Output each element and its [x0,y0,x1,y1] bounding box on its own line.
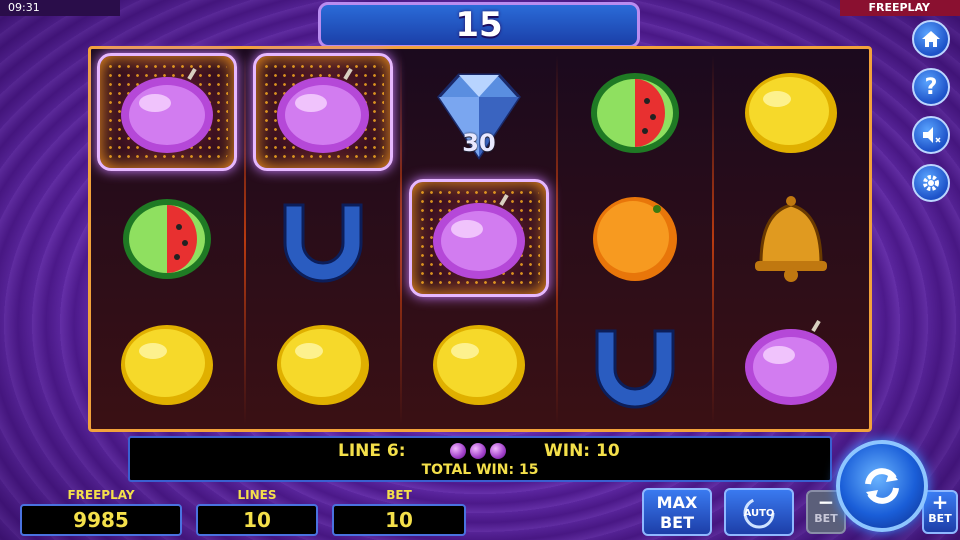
reel-cell-plum [721,305,861,423]
horseshoe-icon [595,329,675,409]
spin-icon [865,468,899,504]
help-icon: ? [924,74,938,100]
plum-icon [450,443,466,459]
line-win-label: WIN: 10 [544,441,620,461]
lines-label: LINES [237,488,277,502]
plum-icon [121,67,213,153]
reel-cell-lemon [253,305,393,423]
bet-value: 10 [332,504,466,536]
sound-button[interactable] [912,116,950,154]
win-banner: 15 [318,2,640,48]
plum-icon [490,443,506,459]
reel-area: 30 [88,46,872,432]
plum-icon [433,193,525,279]
watermelon-icon [591,73,679,153]
reel-cell-diamond: 30 [409,53,549,171]
auto-label: AUTO [743,508,775,519]
plum-icon [470,443,486,459]
win-line-label: LINE 6: [338,441,406,461]
bet-increase-button[interactable]: + BET [922,490,958,534]
max-bet-top-label: MAX [656,493,698,512]
autoplay-button[interactable]: AUTO [724,488,794,536]
orange-icon [593,197,677,281]
settings-button[interactable] [912,164,950,202]
bell-icon [755,196,827,282]
reel-cell-plum [253,53,393,171]
freeplay-balance: 9985 [20,504,182,536]
plus-icon: + [931,490,949,514]
reel-separator [244,55,246,425]
horseshoe-icon [283,203,363,283]
reel-cell-horseshoe [565,305,705,423]
reel-cell-bell [721,179,861,297]
reel-cell-horseshoe [253,179,393,297]
reel-cell-orange [565,179,705,297]
lemon-icon [277,325,369,405]
mode-indicator: FREEPLAY [840,0,960,16]
home-icon [922,31,940,47]
bet-decrease-label: BET [814,512,838,525]
win-info-bar: LINE 6: WIN: 10 TOTAL WIN: 15 [128,436,832,482]
watermelon-icon [123,199,211,279]
mute-icon [923,127,941,143]
total-win-label: TOTAL WIN: 15 [421,462,539,478]
reel-cell-plum [97,53,237,171]
lines-value: 10 [196,504,318,536]
reel-separator [400,55,402,425]
plum-icon [745,319,837,405]
lemon-icon [433,325,525,405]
diamond-value: 30 [462,129,496,157]
max-bet-bottom-label: BET [659,513,695,532]
home-button[interactable] [912,20,950,58]
lemon-icon [745,73,837,153]
gear-icon [923,175,939,191]
help-button[interactable]: ? [912,68,950,106]
win-amount: 15 [455,5,503,45]
reel-cell-lemon [721,53,861,171]
max-bet-button[interactable]: MAX BET [642,488,712,536]
freeplay-label: FREEPLAY [67,488,135,502]
reel-cell-watermelon [565,53,705,171]
reel-separator [556,55,558,425]
reel-cell-plum [409,179,549,297]
clock: 09:31 [0,0,120,16]
reel-cell-watermelon [97,179,237,297]
reel-separator [712,55,714,425]
spin-button[interactable] [836,440,928,532]
plum-icon [277,67,369,153]
reel-cell-lemon [97,305,237,423]
lemon-icon [121,325,213,405]
bet-label: BET [386,488,412,502]
reel-cell-lemon [409,305,549,423]
bet-increase-label: BET [928,512,952,525]
